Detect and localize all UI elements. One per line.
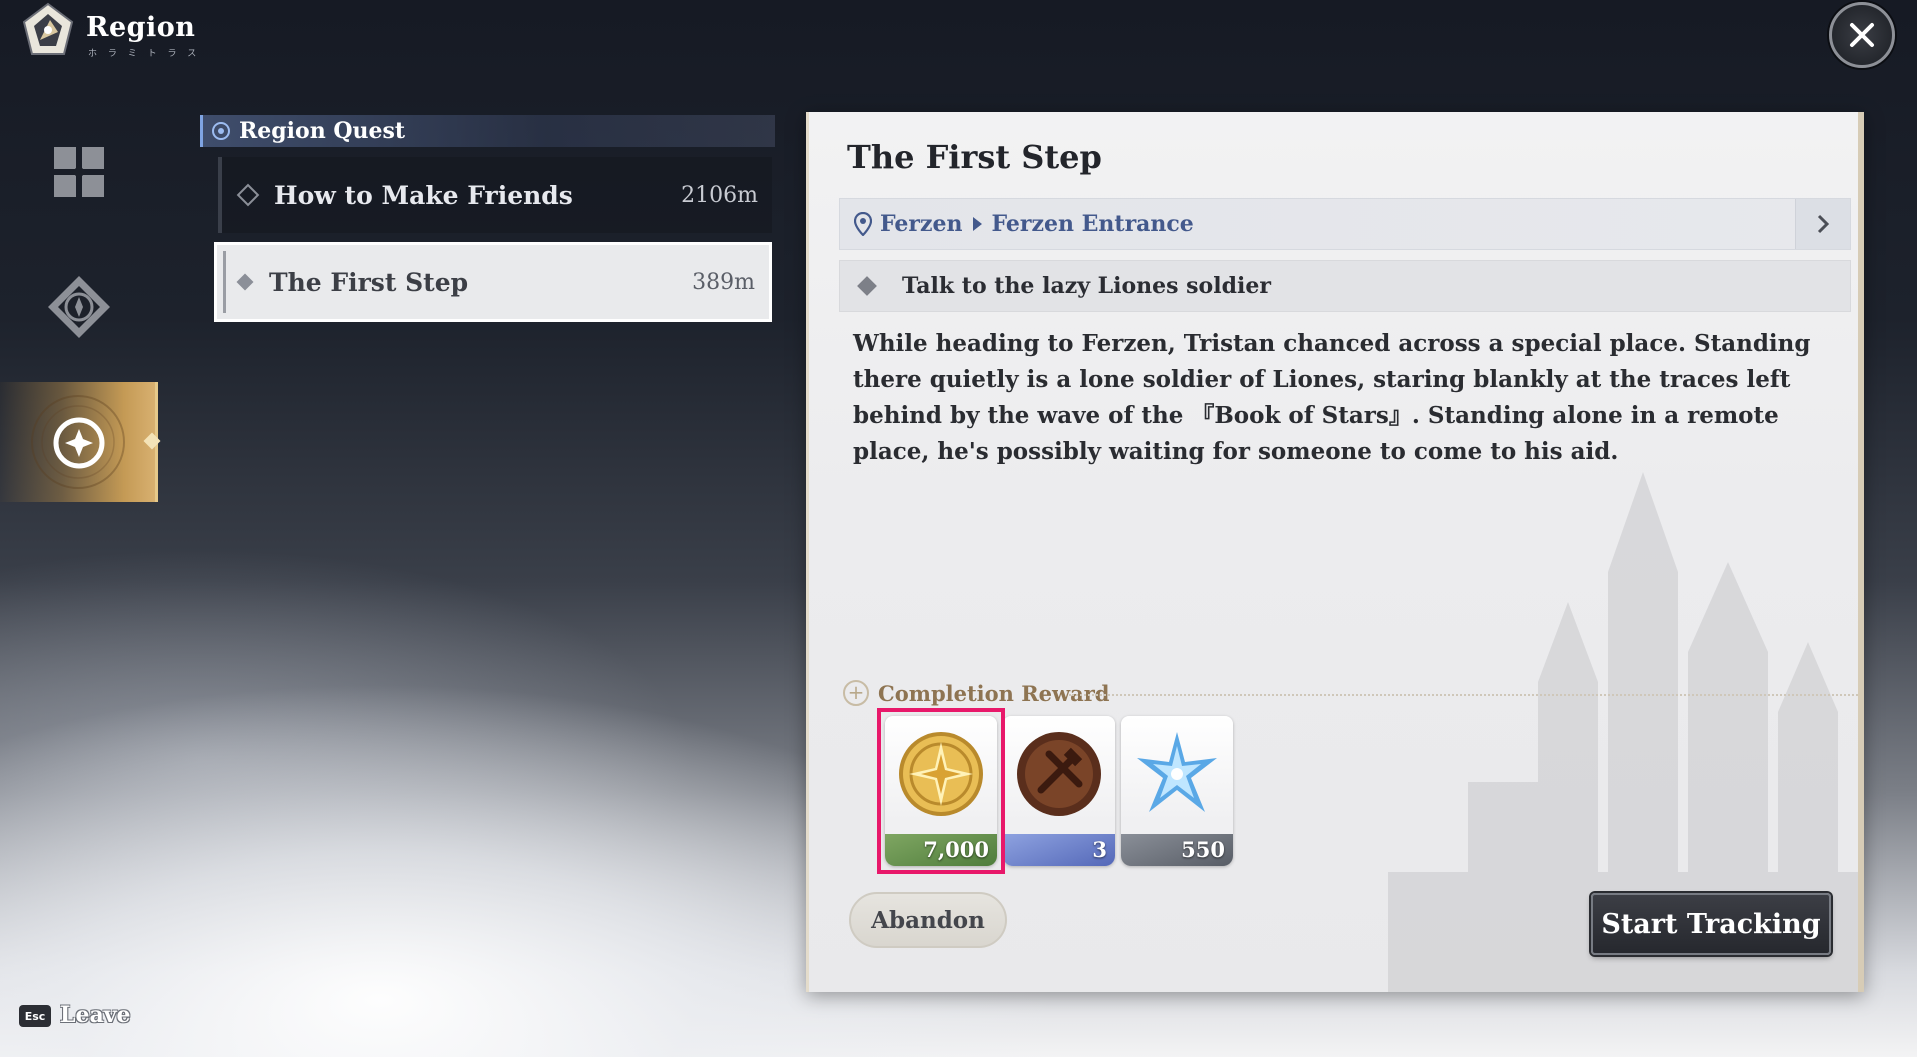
quest-category-header: Region Quest <box>200 115 775 147</box>
quest-description: While heading to Ferzen, Tristan chanced… <box>853 330 1811 465</box>
sidebar-item-main-quest[interactable] <box>40 268 118 346</box>
chevron-right-icon <box>1817 214 1830 234</box>
quest-distance: 389m <box>692 269 755 295</box>
divider <box>1069 694 1858 696</box>
reward-item[interactable]: 550 <box>1121 716 1233 866</box>
location-breadcrumb[interactable]: Ferzen Ferzen Entrance <box>839 198 1851 250</box>
quest-category-label: Region Quest <box>239 118 406 144</box>
location-pin-icon <box>854 212 872 236</box>
reward-item[interactable]: 3 <box>1003 716 1115 866</box>
quest-item[interactable]: How to Make Friends 2106m <box>218 157 772 233</box>
page-title: Region <box>86 12 196 43</box>
page-subtitle: ホ ラ ミ ト ラ ス <box>88 49 201 59</box>
sidebar-item-overview[interactable] <box>40 133 118 211</box>
quest-name: The First Step <box>269 267 469 297</box>
star-compass-icon <box>53 417 105 469</box>
plus-icon: + <box>843 680 869 706</box>
quest-name: How to Make Friends <box>274 180 573 210</box>
diamond-icon <box>857 276 877 296</box>
sidebar-item-region-quest[interactable] <box>0 382 158 502</box>
diamond-icon <box>236 183 260 207</box>
objective-text: Talk to the lazy Liones soldier <box>902 273 1271 299</box>
location-region: Ferzen <box>880 211 963 237</box>
close-button[interactable] <box>1829 2 1895 68</box>
target-icon <box>212 122 230 140</box>
diamond-icon <box>236 273 254 291</box>
abandon-button[interactable]: Abandon <box>849 892 1007 948</box>
quest-title: The First Step <box>847 138 1102 176</box>
hammer-medal-icon <box>1011 722 1107 826</box>
grid-icon <box>54 147 104 197</box>
compass-diamond-icon <box>48 276 110 338</box>
reward-highlight <box>877 708 1005 874</box>
quest-detail-panel: The First Step Ferzen Ferzen Entrance Ta… <box>806 112 1864 992</box>
leave-button[interactable]: Leave <box>60 1002 131 1028</box>
navigate-button[interactable] <box>1795 199 1850 249</box>
reward-amount: 3 <box>1003 834 1115 866</box>
esc-key-hint: Esc <box>19 1005 51 1027</box>
quest-objective: Talk to the lazy Liones soldier <box>839 260 1851 312</box>
breadcrumb-arrow-icon <box>972 217 982 231</box>
start-tracking-button[interactable]: Start Tracking <box>1591 893 1831 955</box>
close-icon <box>1850 23 1874 47</box>
blue-crystal-icon <box>1129 722 1225 826</box>
quest-item-selected[interactable]: The First Step 389m <box>214 242 772 322</box>
reward-label: Completion Reward <box>878 680 1110 706</box>
reward-amount: 550 <box>1121 834 1233 866</box>
quest-distance: 2106m <box>681 182 758 208</box>
location-place: Ferzen Entrance <box>991 211 1194 237</box>
region-logo-icon <box>16 2 80 60</box>
reward-header: + Completion Reward <box>843 680 1109 706</box>
